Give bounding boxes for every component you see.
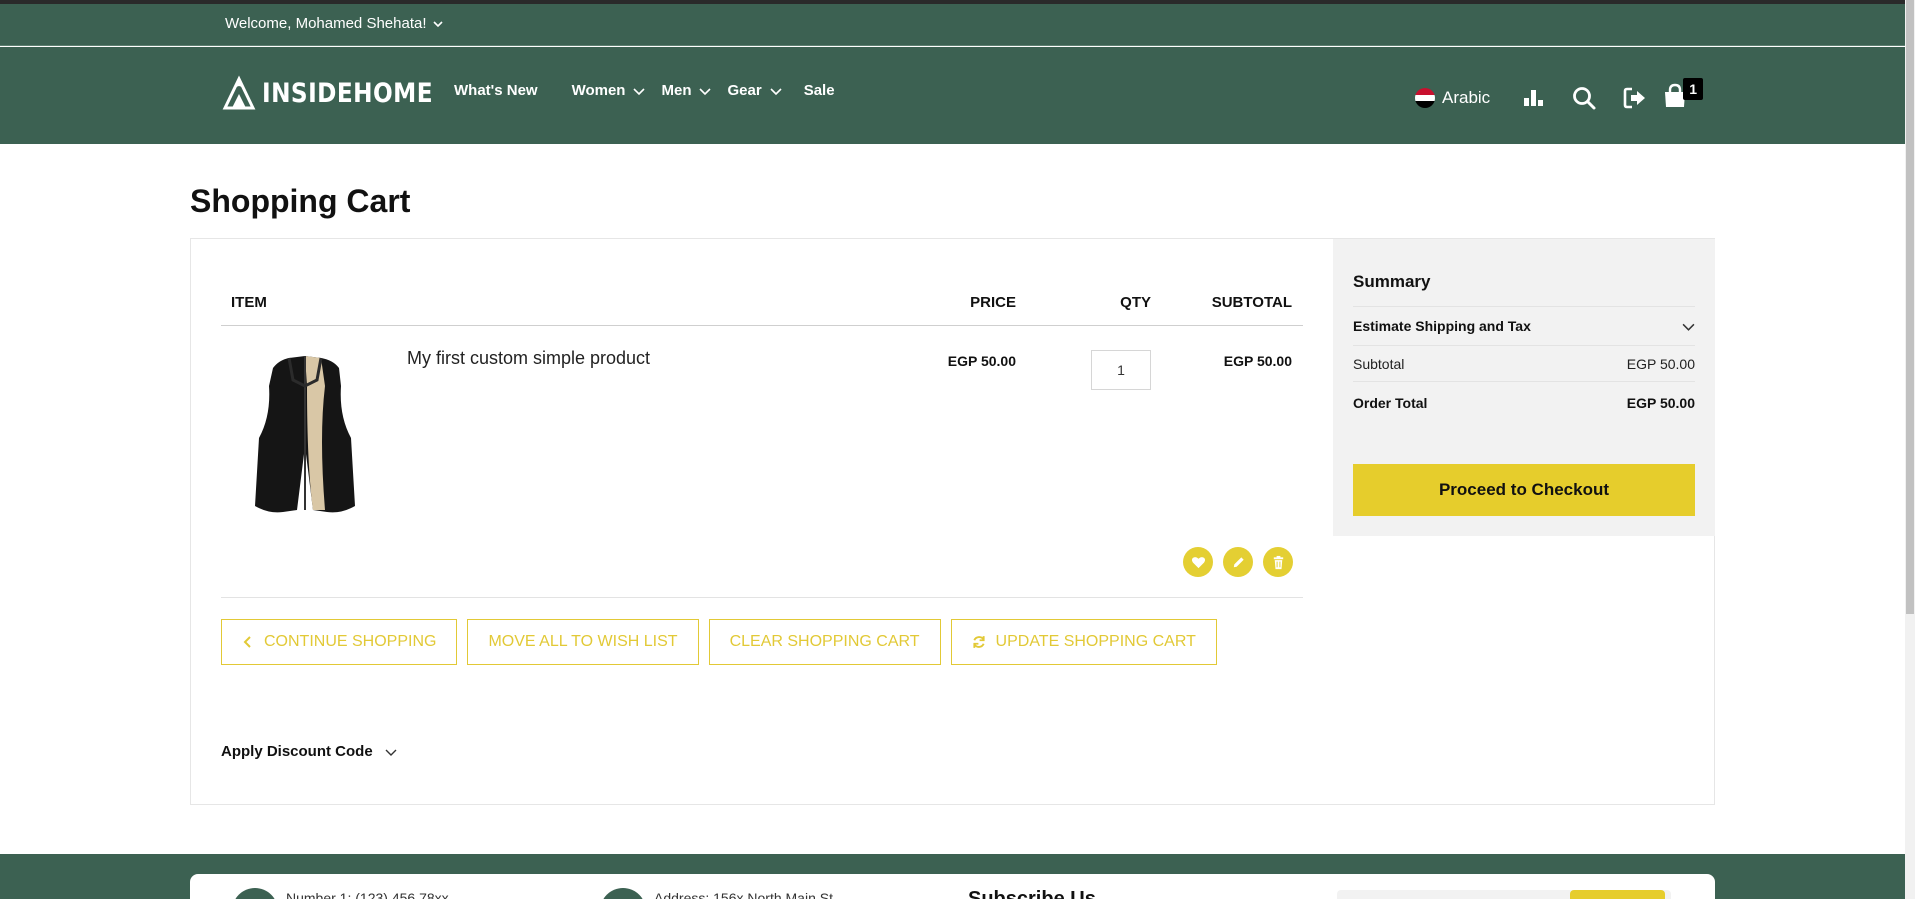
- welcome-menu[interactable]: Welcome, Mohamed Shehata!: [225, 15, 443, 32]
- nav-label: Sale: [803, 82, 835, 99]
- compare-icon[interactable]: [1520, 85, 1546, 111]
- edit-item-button[interactable]: [1223, 547, 1253, 577]
- site-logo[interactable]: INSIDEHOME: [222, 75, 461, 111]
- language-switcher[interactable]: Arabic: [1415, 88, 1490, 108]
- nav-label: What's New: [454, 82, 538, 99]
- chevron-down-icon: [770, 87, 782, 95]
- subscribe-button[interactable]: [1570, 890, 1665, 899]
- nav-item-women[interactable]: Women: [572, 82, 646, 99]
- welcome-text: Welcome, Mohamed Shehata!: [225, 15, 427, 32]
- refresh-icon: [972, 636, 985, 648]
- chevron-down-icon: [1682, 323, 1695, 331]
- nav-item-whats-new[interactable]: What's New: [454, 82, 538, 99]
- nav-item-gear[interactable]: Gear: [727, 82, 782, 99]
- button-label: CLEAR SHOPPING CART: [729, 633, 920, 650]
- egypt-flag-icon: [1415, 88, 1435, 108]
- summary-title: Summary: [1353, 272, 1431, 291]
- chevron-down-icon: [699, 87, 712, 95]
- product-image[interactable]: [221, 346, 391, 526]
- estimate-label: Estimate Shipping and Tax: [1353, 318, 1531, 334]
- summary-subtotal-row: Subtotal EGP 50.00: [1353, 346, 1695, 382]
- nav-item-sale[interactable]: Sale: [804, 82, 835, 99]
- order-total-value: EGP 50.00: [1626, 395, 1695, 411]
- location-icon: [600, 888, 646, 899]
- subtotal-label: Subtotal: [1353, 355, 1405, 372]
- page-scrollbar[interactable]: [1905, 0, 1915, 899]
- sign-out-icon[interactable]: [1622, 85, 1648, 111]
- order-summary: Summary Estimate Shipping and Tax Subtot…: [1333, 239, 1715, 536]
- product-name-link[interactable]: My first custom simple product: [407, 348, 650, 369]
- summary-total-row: Order Total EGP 50.00: [1353, 382, 1695, 424]
- site-footer: Number 1: (123) 456 78xx Address: 156x N…: [0, 854, 1905, 899]
- item-subtotal: EGP 50.00: [1223, 353, 1292, 369]
- logo-mountain-icon: [222, 75, 256, 110]
- quantity-input[interactable]: [1091, 350, 1151, 390]
- column-header-subtotal: SUBTOTAL: [1211, 294, 1292, 311]
- subscribe-heading: Subscribe Us: [968, 888, 1096, 899]
- cart-count-badge: 1: [1683, 78, 1704, 100]
- move-to-wishlist-button[interactable]: [1183, 547, 1213, 577]
- main-nav: What's New Women Men Gear Sale: [454, 82, 835, 99]
- site-header: INSIDEHOME What's New Women Men Gear Sal…: [0, 47, 1905, 144]
- nav-label: Gear: [727, 82, 762, 99]
- chevron-down-icon: [633, 87, 646, 95]
- cart-table-header: ITEM PRICE QTY SUBTOTAL: [221, 294, 1303, 326]
- nav-item-men[interactable]: Men: [661, 82, 712, 99]
- page-title: Shopping Cart: [190, 183, 411, 219]
- scrollbar-thumb[interactable]: [1906, 0, 1914, 614]
- mini-cart[interactable]: 1: [1662, 78, 1704, 113]
- move-all-to-wishlist-button[interactable]: MOVE ALL TO WISH LIST: [467, 619, 699, 665]
- apply-discount-toggle[interactable]: Apply Discount Code: [221, 743, 397, 760]
- row-divider: [221, 597, 1303, 598]
- estimate-shipping-toggle[interactable]: Estimate Shipping and Tax: [1353, 306, 1695, 346]
- order-total-label: Order Total: [1353, 395, 1428, 411]
- chevron-down-icon: [432, 20, 443, 27]
- language-label: Arabic: [1442, 88, 1491, 107]
- trash-icon: [1273, 555, 1283, 569]
- column-header-price: PRICE: [970, 294, 1016, 311]
- top-bar: Welcome, Mohamed Shehata!: [0, 4, 1905, 46]
- proceed-to-checkout-button[interactable]: Proceed to Checkout: [1353, 464, 1695, 516]
- footer-phone: Number 1: (123) 456 78xx: [286, 890, 449, 899]
- cart-container: ITEM PRICE QTY SUBTOTAL My first custom …: [190, 238, 1715, 805]
- button-label: UPDATE SHOPPING CART: [995, 633, 1196, 650]
- column-header-item: ITEM: [231, 294, 267, 311]
- item-actions: [1183, 547, 1293, 577]
- column-header-qty: QTY: [1120, 294, 1151, 311]
- nav-label: Women: [571, 82, 626, 99]
- nav-label: Men: [661, 82, 692, 99]
- discount-label: Apply Discount Code: [221, 743, 373, 760]
- search-icon[interactable]: [1571, 85, 1597, 111]
- button-label: MOVE ALL TO WISH LIST: [488, 633, 678, 650]
- logo-text: INSIDEHOME: [262, 77, 434, 109]
- delete-item-button[interactable]: [1263, 547, 1293, 577]
- update-cart-button[interactable]: UPDATE SHOPPING CART: [950, 619, 1217, 665]
- heart-icon: [1191, 556, 1205, 568]
- subtotal-value: EGP 50.00: [1626, 355, 1695, 372]
- chevron-down-icon: [385, 749, 397, 756]
- footer-info-card: Number 1: (123) 456 78xx Address: 156x N…: [190, 874, 1715, 899]
- continue-shopping-button[interactable]: CONTINUE SHOPPING: [221, 619, 458, 665]
- cart-action-buttons: CONTINUE SHOPPING MOVE ALL TO WISH LIST …: [221, 619, 1217, 665]
- pencil-icon: [1233, 556, 1244, 567]
- chevron-left-icon: [243, 636, 251, 648]
- clear-cart-button[interactable]: CLEAR SHOPPING CART: [708, 619, 941, 665]
- header-actions: Arabic 1: [1415, 78, 1704, 113]
- footer-address: Address: 156x North Main St: [654, 890, 833, 899]
- button-label: CONTINUE SHOPPING: [264, 633, 437, 650]
- item-price: EGP 50.00: [947, 353, 1016, 369]
- phone-icon: [232, 888, 278, 899]
